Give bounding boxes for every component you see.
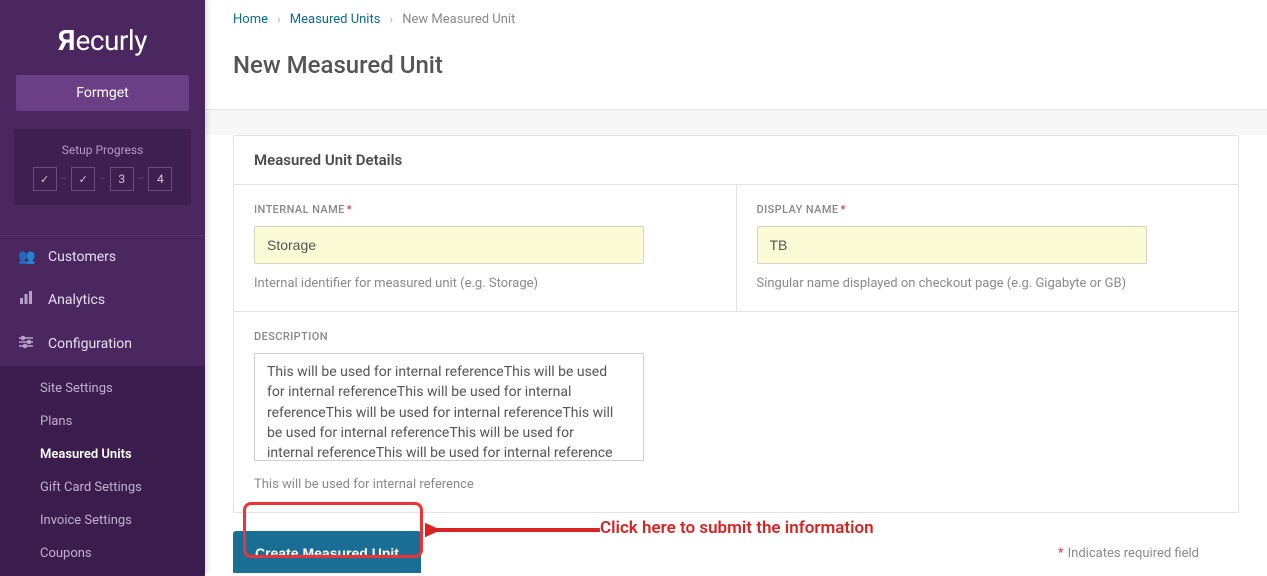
subnav-coupons[interactable]: Coupons — [0, 537, 205, 570]
account-badge[interactable]: Formget — [16, 75, 189, 111]
subnav-invoice-settings[interactable]: Invoice Settings — [0, 504, 205, 537]
internal-name-field: INTERNAL NAME* Internal identifier for m… — [234, 185, 736, 311]
sliders-icon — [18, 335, 34, 353]
progress-step-4[interactable]: 4 — [148, 167, 172, 191]
people-icon: 👥 — [18, 249, 34, 265]
subnav-site-settings[interactable]: Site Settings — [0, 372, 205, 405]
field-label: INTERNAL NAME* — [254, 203, 716, 216]
required-legend: *Indicates required field — [1056, 546, 1199, 561]
progress-step-3[interactable]: 3 — [110, 167, 134, 191]
display-name-field: DISPLAY NAME* Singular name displayed on… — [736, 185, 1239, 311]
field-help: This will be used for internal reference — [254, 477, 1218, 492]
description-field: DESCRIPTION This will be used for intern… — [234, 312, 1238, 512]
internal-name-input[interactable] — [254, 226, 644, 264]
description-textarea[interactable] — [254, 353, 644, 461]
main-content: Home › Measured Units › New Measured Uni… — [205, 0, 1267, 573]
field-help: Internal identifier for measured unit (e… — [254, 276, 716, 291]
subnav-gift-card-settings[interactable]: Gift Card Settings — [0, 471, 205, 504]
field-label: DISPLAY NAME* — [757, 203, 1219, 216]
subnav-plans[interactable]: Plans — [0, 405, 205, 438]
field-label: DESCRIPTION — [254, 330, 1218, 343]
breadcrumb-measured-units[interactable]: Measured Units — [290, 12, 381, 27]
sidebar: Recurly Formget Setup Progress – – 3 – 4… — [0, 0, 205, 573]
breadcrumb-current: New Measured Unit — [402, 12, 515, 27]
nav-label: Analytics — [48, 292, 105, 308]
panel-header: Measured Unit Details — [234, 136, 1238, 185]
page-title: New Measured Unit — [205, 37, 1267, 109]
setup-progress-title: Setup Progress — [24, 143, 181, 157]
breadcrumb: Home › Measured Units › New Measured Uni… — [205, 0, 1267, 37]
progress-step-2[interactable] — [71, 167, 95, 191]
nav-label: Customers — [48, 249, 116, 265]
measured-unit-details-panel: Measured Unit Details INTERNAL NAME* Int… — [233, 135, 1239, 513]
create-measured-unit-button[interactable]: Create Measured Unit — [233, 531, 421, 573]
chevron-right-icon: › — [390, 13, 393, 26]
nav-configuration[interactable]: Configuration — [0, 322, 205, 366]
breadcrumb-home[interactable]: Home — [233, 12, 268, 27]
section-divider — [205, 109, 1267, 135]
bar-chart-icon — [18, 291, 34, 309]
nav-customers[interactable]: 👥 Customers — [0, 235, 205, 278]
nav-analytics[interactable]: Analytics — [0, 278, 205, 322]
field-help: Singular name displayed on checkout page… — [757, 276, 1219, 291]
setup-progress: Setup Progress – – 3 – 4 — [14, 129, 191, 205]
progress-step-1[interactable] — [33, 167, 57, 191]
display-name-input[interactable] — [757, 226, 1147, 264]
chevron-right-icon: › — [277, 13, 280, 26]
nav-label: Configuration — [48, 336, 132, 352]
subnav: Site Settings Plans Measured Units Gift … — [0, 366, 205, 576]
subnav-measured-units[interactable]: Measured Units — [0, 438, 205, 471]
brand-logo: Recurly — [0, 0, 205, 75]
annotation-callout: Click here to submit the information — [600, 518, 874, 538]
